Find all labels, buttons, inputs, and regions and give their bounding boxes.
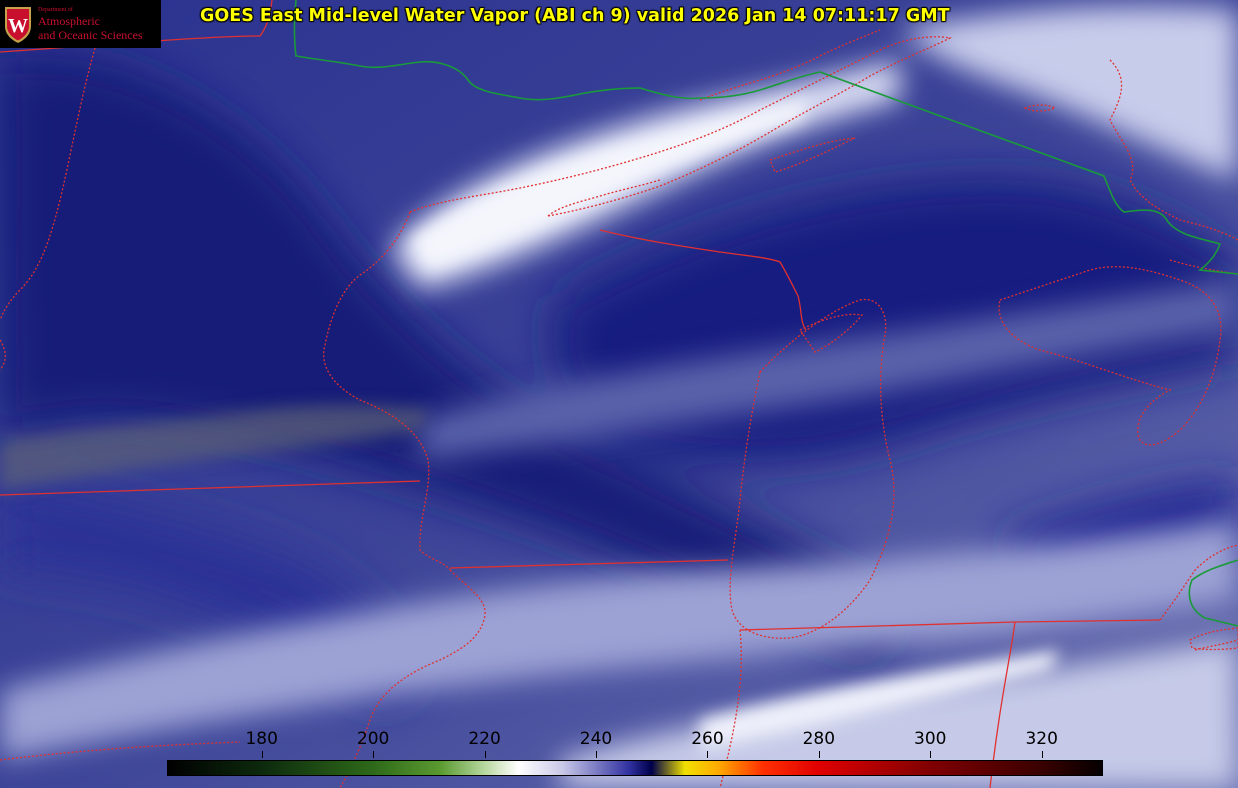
image-title: GOES East Mid-level Water Vapor (ABI ch … bbox=[200, 6, 950, 26]
colorbar-tick-mark bbox=[485, 751, 486, 758]
logo-line1: Atmospheric bbox=[38, 13, 100, 28]
colorbar-tick-mark bbox=[596, 751, 597, 758]
colorbar-tick-label: 180 bbox=[245, 729, 278, 749]
colorbar-tick-mark bbox=[930, 751, 931, 758]
colorbar-tick-label: 200 bbox=[356, 729, 390, 749]
colorbar-tick-mark bbox=[819, 751, 820, 758]
satellite-viewer: W Department of Atmospheric and Oceanic … bbox=[0, 0, 1238, 788]
svg-text:W: W bbox=[8, 15, 28, 37]
colorbar-tick-mark bbox=[707, 751, 708, 758]
colorbar-gradient bbox=[167, 760, 1103, 776]
colorbar-tick-label: 260 bbox=[691, 729, 724, 749]
colorbar-tick-mark bbox=[373, 751, 374, 758]
colorbar-tick-mark bbox=[262, 751, 263, 758]
colorbar-tick-label: 320 bbox=[1025, 729, 1058, 749]
colorbar-tick-label: 240 bbox=[579, 729, 613, 749]
logo-department-line: Department of bbox=[38, 6, 73, 13]
logo-text: Department of Atmospheric and Oceanic Sc… bbox=[38, 7, 143, 42]
logo-line2: and Oceanic Sciences bbox=[38, 27, 143, 42]
colorbar-tick-label: 300 bbox=[914, 729, 947, 749]
colorbar-tick-label: 220 bbox=[468, 729, 501, 749]
uw-aos-logo: W Department of Atmospheric and Oceanic … bbox=[0, 0, 161, 48]
water-vapor-map bbox=[0, 0, 1238, 788]
colorbar-tick-label: 280 bbox=[802, 729, 836, 749]
colorbar-tick-mark bbox=[1042, 751, 1043, 758]
uw-crest-icon: W bbox=[5, 7, 31, 43]
